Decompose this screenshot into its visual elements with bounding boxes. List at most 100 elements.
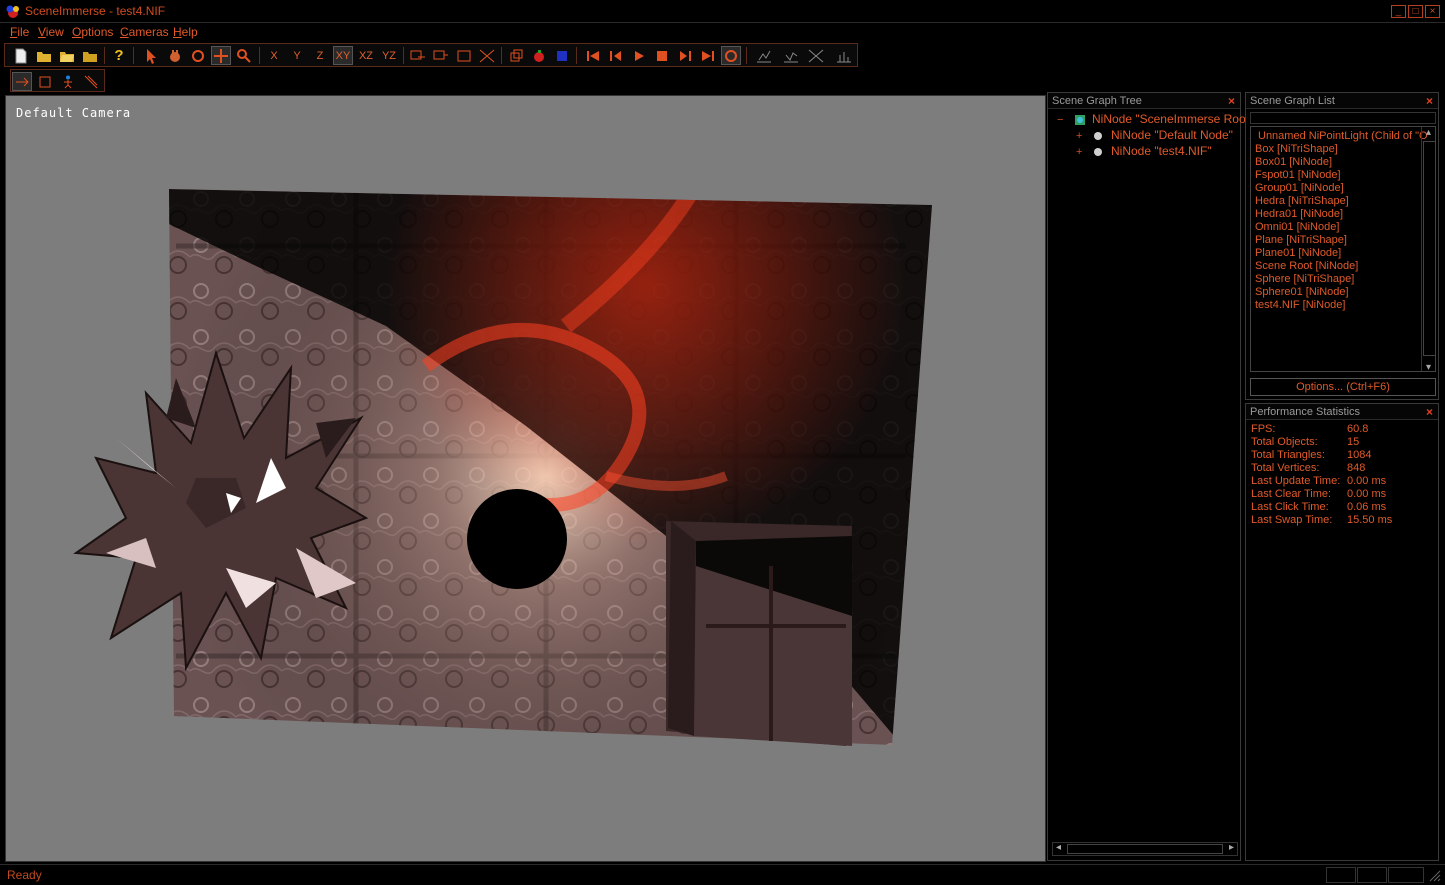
list-item[interactable]: Box01 [NiNode] bbox=[1255, 156, 1332, 168]
list-item[interactable]: Plane [NiTriShape] bbox=[1255, 234, 1347, 246]
menu-help[interactable]: Help bbox=[173, 25, 198, 39]
scroll-right-button[interactable]: ▸ bbox=[1229, 842, 1234, 853]
list-filter-field[interactable] bbox=[1250, 112, 1436, 124]
open-file-icon[interactable] bbox=[34, 46, 54, 65]
new-file-icon[interactable] bbox=[11, 46, 31, 65]
tool-a-icon[interactable] bbox=[408, 46, 428, 65]
stats-c-icon[interactable] bbox=[806, 46, 826, 65]
axis-xy-button[interactable]: XY bbox=[333, 46, 353, 65]
menu-cameras-hotkey: C bbox=[120, 25, 129, 39]
help-icon[interactable]: ? bbox=[109, 46, 129, 65]
performance-statistics-panel: Performance Statistics × FPS: 60.8 Total… bbox=[1245, 403, 1439, 861]
stats-a-icon[interactable] bbox=[754, 46, 774, 65]
step-back-icon[interactable] bbox=[606, 46, 626, 65]
close-panel-button[interactable]: × bbox=[1228, 94, 1235, 108]
open-folder-icon[interactable] bbox=[57, 46, 77, 65]
list-item[interactable]: Hedra01 [NiNode] bbox=[1255, 208, 1343, 220]
list-item[interactable]: Box [NiTriShape] bbox=[1255, 143, 1338, 155]
menu-view[interactable]: View bbox=[38, 25, 64, 39]
menu-help-hotkey: H bbox=[173, 25, 182, 39]
axis-x-button[interactable]: X bbox=[264, 46, 284, 65]
axis-z-button[interactable]: Z bbox=[310, 46, 330, 65]
3d-viewport[interactable]: Default Camera bbox=[5, 95, 1046, 862]
axis-yz-button[interactable]: YZ bbox=[379, 46, 399, 65]
pan-hand-icon[interactable] bbox=[165, 46, 185, 65]
stat-value: 1084 bbox=[1347, 449, 1372, 461]
axis-xz-button[interactable]: XZ bbox=[356, 46, 376, 65]
tree-node-root[interactable]: NiNode "SceneImmerse Root" bbox=[1092, 112, 1253, 126]
tree-expand-toggle[interactable]: + bbox=[1076, 146, 1082, 158]
stat-value: 0.00 ms bbox=[1347, 488, 1387, 500]
zoom-icon[interactable] bbox=[234, 46, 254, 65]
step-forward-icon[interactable] bbox=[675, 46, 695, 65]
translate-icon[interactable] bbox=[211, 46, 231, 65]
menu-view-rest: iew bbox=[45, 25, 64, 39]
tree-node-test4[interactable]: NiNode "test4.NIF" bbox=[1111, 144, 1212, 158]
list-item[interactable]: Fspot01 [NiNode] bbox=[1255, 169, 1341, 181]
scene-graph-listbox[interactable]: Unnamed NiPointLight (Child of "O Box [N… bbox=[1250, 126, 1436, 372]
node-dot-icon bbox=[1094, 132, 1102, 140]
play-icon[interactable] bbox=[629, 46, 649, 65]
resize-grip-icon[interactable] bbox=[1429, 870, 1441, 882]
axis-y-button[interactable]: Y bbox=[287, 46, 307, 65]
stop-icon[interactable] bbox=[652, 46, 672, 65]
arrow-tool-icon[interactable] bbox=[12, 72, 32, 91]
list-item[interactable]: Scene Root [NiNode] bbox=[1255, 260, 1358, 272]
close-panel-button[interactable]: × bbox=[1426, 94, 1433, 108]
stats-b-icon[interactable] bbox=[781, 46, 801, 65]
main-toolbar: ? X Y Z XY XZ YZ bbox=[4, 43, 858, 67]
object-icon[interactable] bbox=[529, 46, 549, 65]
list-item[interactable]: Plane01 [NiNode] bbox=[1255, 247, 1341, 259]
frame-tool-icon[interactable] bbox=[35, 72, 55, 91]
menu-cameras[interactable]: Cameras bbox=[120, 25, 169, 39]
stat-value: 60.8 bbox=[1347, 423, 1369, 435]
list-item[interactable]: Sphere [NiTriShape] bbox=[1255, 273, 1354, 285]
panel-header: Scene Graph List × bbox=[1246, 93, 1438, 109]
walk-icon[interactable] bbox=[58, 72, 78, 91]
scroll-down-button[interactable]: ▾ bbox=[1426, 362, 1431, 371]
skip-to-end-icon[interactable] bbox=[698, 46, 718, 65]
list-item[interactable]: Sphere01 [NiNode] bbox=[1255, 286, 1349, 298]
close-panel-button[interactable]: × bbox=[1426, 405, 1433, 419]
collision-icon[interactable] bbox=[81, 72, 101, 91]
menu-options[interactable]: Options bbox=[72, 25, 113, 39]
shaded-cube-icon[interactable] bbox=[552, 46, 572, 65]
menu-file[interactable]: File bbox=[10, 25, 29, 39]
cube-icon[interactable] bbox=[506, 46, 526, 65]
stat-value: 15 bbox=[1347, 436, 1360, 448]
list-item[interactable]: Unnamed NiPointLight (Child of "O bbox=[1258, 130, 1428, 142]
window-title: SceneImmerse - test4.NIF bbox=[25, 4, 166, 18]
stat-label: Last Update Time: bbox=[1251, 475, 1341, 487]
list-item[interactable]: test4.NIF [NiNode] bbox=[1255, 299, 1345, 311]
status-text: Ready bbox=[7, 868, 42, 882]
close-window-button[interactable]: × bbox=[1425, 5, 1440, 18]
rotate-icon[interactable] bbox=[188, 46, 208, 65]
select-arrow-icon[interactable] bbox=[142, 46, 162, 65]
stats-d-icon[interactable] bbox=[834, 46, 854, 65]
tool-d-icon[interactable] bbox=[477, 46, 497, 65]
scroll-thumb[interactable] bbox=[1423, 141, 1435, 356]
tool-c-icon[interactable] bbox=[454, 46, 474, 65]
status-pane bbox=[1326, 867, 1356, 883]
list-item[interactable]: Group01 [NiNode] bbox=[1255, 182, 1344, 194]
scroll-thumb[interactable] bbox=[1067, 844, 1223, 854]
scroll-left-button[interactable]: ◂ bbox=[1056, 842, 1061, 853]
panel-header: Performance Statistics × bbox=[1246, 404, 1438, 420]
maximize-button[interactable]: □ bbox=[1408, 5, 1423, 18]
horizontal-scrollbar[interactable]: ◂ ▸ bbox=[1052, 842, 1238, 856]
options-button[interactable]: Options... (Ctrl+F6) bbox=[1250, 378, 1436, 396]
tool-b-icon[interactable] bbox=[431, 46, 451, 65]
tree-node-default[interactable]: NiNode "Default Node" bbox=[1111, 128, 1233, 142]
panel-header: Scene Graph Tree × bbox=[1048, 93, 1240, 109]
tree-collapse-toggle[interactable]: − bbox=[1057, 114, 1063, 126]
list-item[interactable]: Omni01 [NiNode] bbox=[1255, 221, 1339, 233]
loop-icon[interactable] bbox=[721, 46, 741, 65]
open-recent-icon[interactable] bbox=[80, 46, 100, 65]
vertical-scrollbar[interactable]: ▴ ▾ bbox=[1421, 127, 1435, 371]
secondary-toolbar bbox=[10, 69, 105, 92]
scroll-up-button[interactable]: ▴ bbox=[1426, 127, 1431, 138]
tree-expand-toggle[interactable]: + bbox=[1076, 130, 1082, 142]
list-item[interactable]: Hedra [NiTriShape] bbox=[1255, 195, 1349, 207]
skip-to-start-icon[interactable] bbox=[583, 46, 603, 65]
minimize-button[interactable]: _ bbox=[1391, 5, 1406, 18]
